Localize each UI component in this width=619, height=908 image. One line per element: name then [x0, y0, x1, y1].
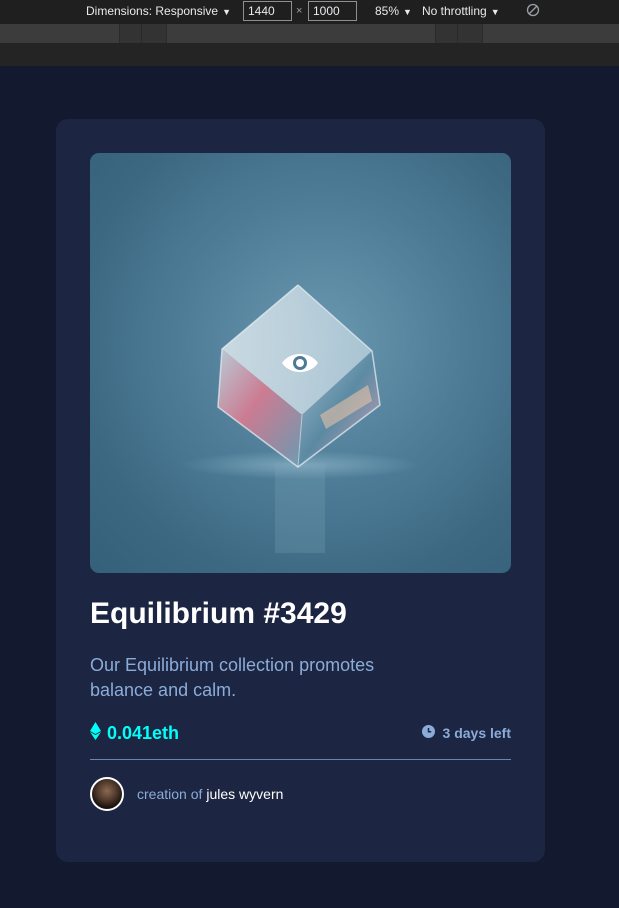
zoom-label: 85% — [375, 4, 400, 18]
chevron-down-icon: ▼ — [403, 7, 412, 17]
time-left: 3 days left — [421, 725, 511, 741]
divider — [90, 759, 511, 760]
price-value: 0.041eth — [107, 723, 180, 743]
page-viewport: Equilibrium #3429 Our Equilibrium collec… — [0, 66, 619, 908]
ethereum-icon — [90, 722, 101, 745]
zoom-dropdown[interactable]: 85% ▼ — [375, 4, 412, 18]
ruler-segment[interactable] — [435, 24, 459, 43]
nft-image[interactable] — [90, 153, 511, 573]
chevron-down-icon: ▼ — [490, 7, 500, 17]
time-left-label: 3 days left — [442, 725, 511, 741]
avatar — [90, 777, 124, 811]
dimensions-dropdown[interactable]: Dimensions: Responsive ▼ — [86, 4, 231, 18]
dimensions-label: Dimensions: Responsive — [86, 4, 219, 18]
throttling-dropdown[interactable]: No throttling ▼ — [422, 4, 500, 18]
media-query-ruler[interactable] — [0, 24, 619, 43]
width-input[interactable] — [243, 1, 292, 21]
ruler-segment[interactable] — [457, 24, 483, 43]
device-toolbar: Dimensions: Responsive▼ × 85%▼ No thrott… — [0, 0, 619, 24]
creator-row: creation of jules wyvern — [90, 777, 283, 811]
creator-prefix: creation of — [137, 786, 203, 802]
card-title[interactable]: Equilibrium #3429 — [90, 597, 347, 631]
height-input[interactable] — [308, 1, 357, 21]
creator-name-link[interactable]: jules wyvern — [206, 786, 283, 802]
rotate-icon[interactable] — [526, 3, 540, 20]
throttling-label: No throttling — [422, 4, 487, 18]
clock-icon — [421, 725, 435, 741]
chevron-down-icon: ▼ — [222, 7, 231, 17]
times-sign: × — [296, 5, 303, 17]
nft-card: Equilibrium #3429 Our Equilibrium collec… — [56, 119, 545, 862]
ruler-segment[interactable] — [141, 24, 167, 43]
price: 0.041eth — [90, 722, 179, 745]
card-description: Our Equilibrium collection promotes bala… — [90, 655, 375, 700]
devtools-spacer — [0, 43, 619, 66]
eye-icon[interactable] — [280, 349, 320, 377]
ruler-segment[interactable] — [119, 24, 143, 43]
devtools-bar: Dimensions: Responsive▼ × 85%▼ No thrott… — [0, 0, 619, 66]
